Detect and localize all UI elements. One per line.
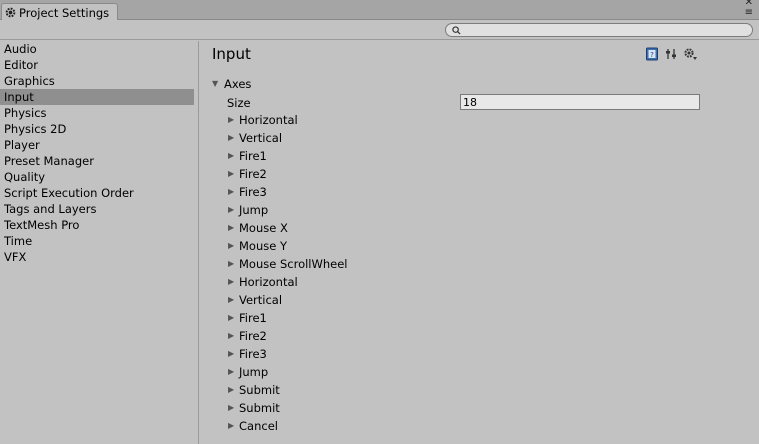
axis-label: Horizontal: [239, 275, 298, 289]
axis-foldout[interactable]: ▶ Jump: [228, 201, 348, 219]
axis-foldout[interactable]: ▶ Mouse X: [228, 219, 348, 237]
collapsed-triangle-icon: ▶: [228, 259, 235, 268]
axis-foldout[interactable]: ▶ Vertical: [228, 129, 348, 147]
size-label: Size: [227, 96, 251, 110]
axis-label: Vertical: [239, 131, 283, 145]
axis-label: Jump: [239, 365, 269, 379]
collapsed-triangle-icon: ▶: [228, 169, 235, 178]
sidebar-item-quality[interactable]: Quality: [0, 169, 194, 185]
axis-label: Horizontal: [239, 113, 298, 127]
axis-foldout[interactable]: ▶ Mouse ScrollWheel: [228, 255, 348, 273]
sidebar-item-graphics[interactable]: Graphics: [0, 73, 194, 89]
page-title: Input: [212, 45, 251, 63]
collapsed-triangle-icon: ▶: [228, 385, 235, 394]
preset-sliders-icon[interactable]: [664, 47, 678, 61]
settings-gear-dropdown-icon[interactable]: [683, 47, 697, 61]
header-icons: ?: [645, 47, 697, 61]
axis-label: Mouse Y: [239, 239, 287, 253]
collapsed-triangle-icon: ▶: [228, 277, 235, 286]
collapsed-triangle-icon: ▶: [228, 367, 235, 376]
collapsed-triangle-icon: ▶: [228, 187, 235, 196]
axis-label: Fire2: [239, 329, 267, 343]
axis-foldout[interactable]: ▶ Fire2: [228, 165, 348, 183]
collapsed-triangle-icon: ▶: [228, 151, 235, 160]
sidebar-item-audio[interactable]: Audio: [0, 41, 194, 57]
axis-label: Jump: [239, 203, 269, 217]
sidebar-item-editor[interactable]: Editor: [0, 57, 194, 73]
search-input[interactable]: [461, 24, 752, 36]
axis-label: Fire1: [239, 311, 267, 325]
collapsed-triangle-icon: ▶: [228, 295, 235, 304]
axis-foldout[interactable]: ▶ Jump: [228, 363, 348, 381]
window-controls: ✕ ≡: [745, 0, 753, 18]
collapsed-triangle-icon: ▶: [228, 205, 235, 214]
settings-sidebar: Audio Editor Graphics Input Physics Physics 2…: [0, 41, 199, 444]
axis-foldout[interactable]: ▶ Fire3: [228, 345, 348, 363]
collapsed-triangle-icon: ▶: [228, 223, 235, 232]
axis-label: Fire3: [239, 347, 267, 361]
main-panel: Input ? ▼ Axes Size ▶ Horizontal ▶ Vertical…: [200, 41, 759, 444]
axis-label: Submit: [239, 383, 280, 397]
svg-text:?: ?: [650, 51, 654, 59]
collapsed-triangle-icon: ▶: [228, 313, 235, 322]
axis-foldout[interactable]: ▶ Horizontal: [228, 111, 348, 129]
collapsed-triangle-icon: ▶: [228, 241, 235, 250]
axis-label: Cancel: [239, 419, 278, 433]
axis-foldout[interactable]: ▶ Vertical: [228, 291, 348, 309]
sidebar-item-physics-2d[interactable]: Physics 2D: [0, 121, 194, 137]
expanded-triangle-icon: ▼: [212, 79, 219, 88]
collapsed-triangle-icon: ▶: [228, 115, 235, 124]
axis-foldout[interactable]: ▶ Cancel: [228, 417, 348, 435]
gear-icon: [5, 7, 16, 18]
axis-foldout[interactable]: ▶ Fire1: [228, 147, 348, 165]
axis-label: Submit: [239, 401, 280, 415]
axis-foldout[interactable]: ▶ Submit: [228, 381, 348, 399]
menu-icon[interactable]: ≡: [745, 8, 753, 18]
size-field[interactable]: [460, 94, 700, 110]
sidebar-item-script-execution-order[interactable]: Script Execution Order: [0, 185, 194, 201]
axis-foldout[interactable]: ▶ Fire1: [228, 309, 348, 327]
axis-label: Mouse ScrollWheel: [239, 257, 348, 271]
help-book-icon[interactable]: ?: [645, 47, 659, 61]
sidebar-item-player[interactable]: Player: [0, 137, 194, 153]
collapsed-triangle-icon: ▶: [228, 133, 235, 142]
axes-foldout[interactable]: ▼ Axes: [212, 77, 251, 91]
sidebar-item-tags-and-layers[interactable]: Tags and Layers: [0, 201, 194, 217]
collapsed-triangle-icon: ▶: [228, 331, 235, 340]
tab-title: Project Settings: [19, 5, 110, 20]
sidebar-item-time[interactable]: Time: [0, 233, 194, 249]
search-icon: [452, 25, 461, 35]
sidebar-item-preset-manager[interactable]: Preset Manager: [0, 153, 194, 169]
search-field[interactable]: [445, 23, 753, 37]
axis-foldout[interactable]: ▶ Mouse Y: [228, 237, 348, 255]
axis-label: Vertical: [239, 293, 283, 307]
axis-foldout[interactable]: ▶ Horizontal: [228, 273, 348, 291]
sidebar-item-physics[interactable]: Physics: [0, 105, 194, 121]
axes-label: Axes: [224, 77, 252, 91]
axis-foldout[interactable]: ▶ Submit: [228, 399, 348, 417]
axis-label: Mouse X: [239, 221, 288, 235]
axis-label: Fire3: [239, 185, 267, 199]
collapsed-triangle-icon: ▶: [228, 349, 235, 358]
sidebar-item-textmesh-pro[interactable]: TextMesh Pro: [0, 217, 194, 233]
tab-project-settings[interactable]: Project Settings: [1, 3, 118, 21]
tab-bar: Project Settings ✕ ≡: [0, 0, 759, 21]
sidebar-item-input[interactable]: Input: [0, 89, 194, 105]
search-toolbar: [0, 20, 759, 40]
sidebar-item-vfx[interactable]: VFX: [0, 249, 194, 265]
axis-label: Fire1: [239, 149, 267, 163]
axis-foldout[interactable]: ▶ Fire2: [228, 327, 348, 345]
axis-label: Fire2: [239, 167, 267, 181]
collapsed-triangle-icon: ▶: [228, 403, 235, 412]
axis-foldout[interactable]: ▶ Fire3: [228, 183, 348, 201]
axes-list: ▶ Horizontal ▶ Vertical ▶ Fire1 ▶ Fire2 ▶ Fire3 ▶ J…: [228, 111, 348, 435]
collapsed-triangle-icon: ▶: [228, 421, 235, 430]
